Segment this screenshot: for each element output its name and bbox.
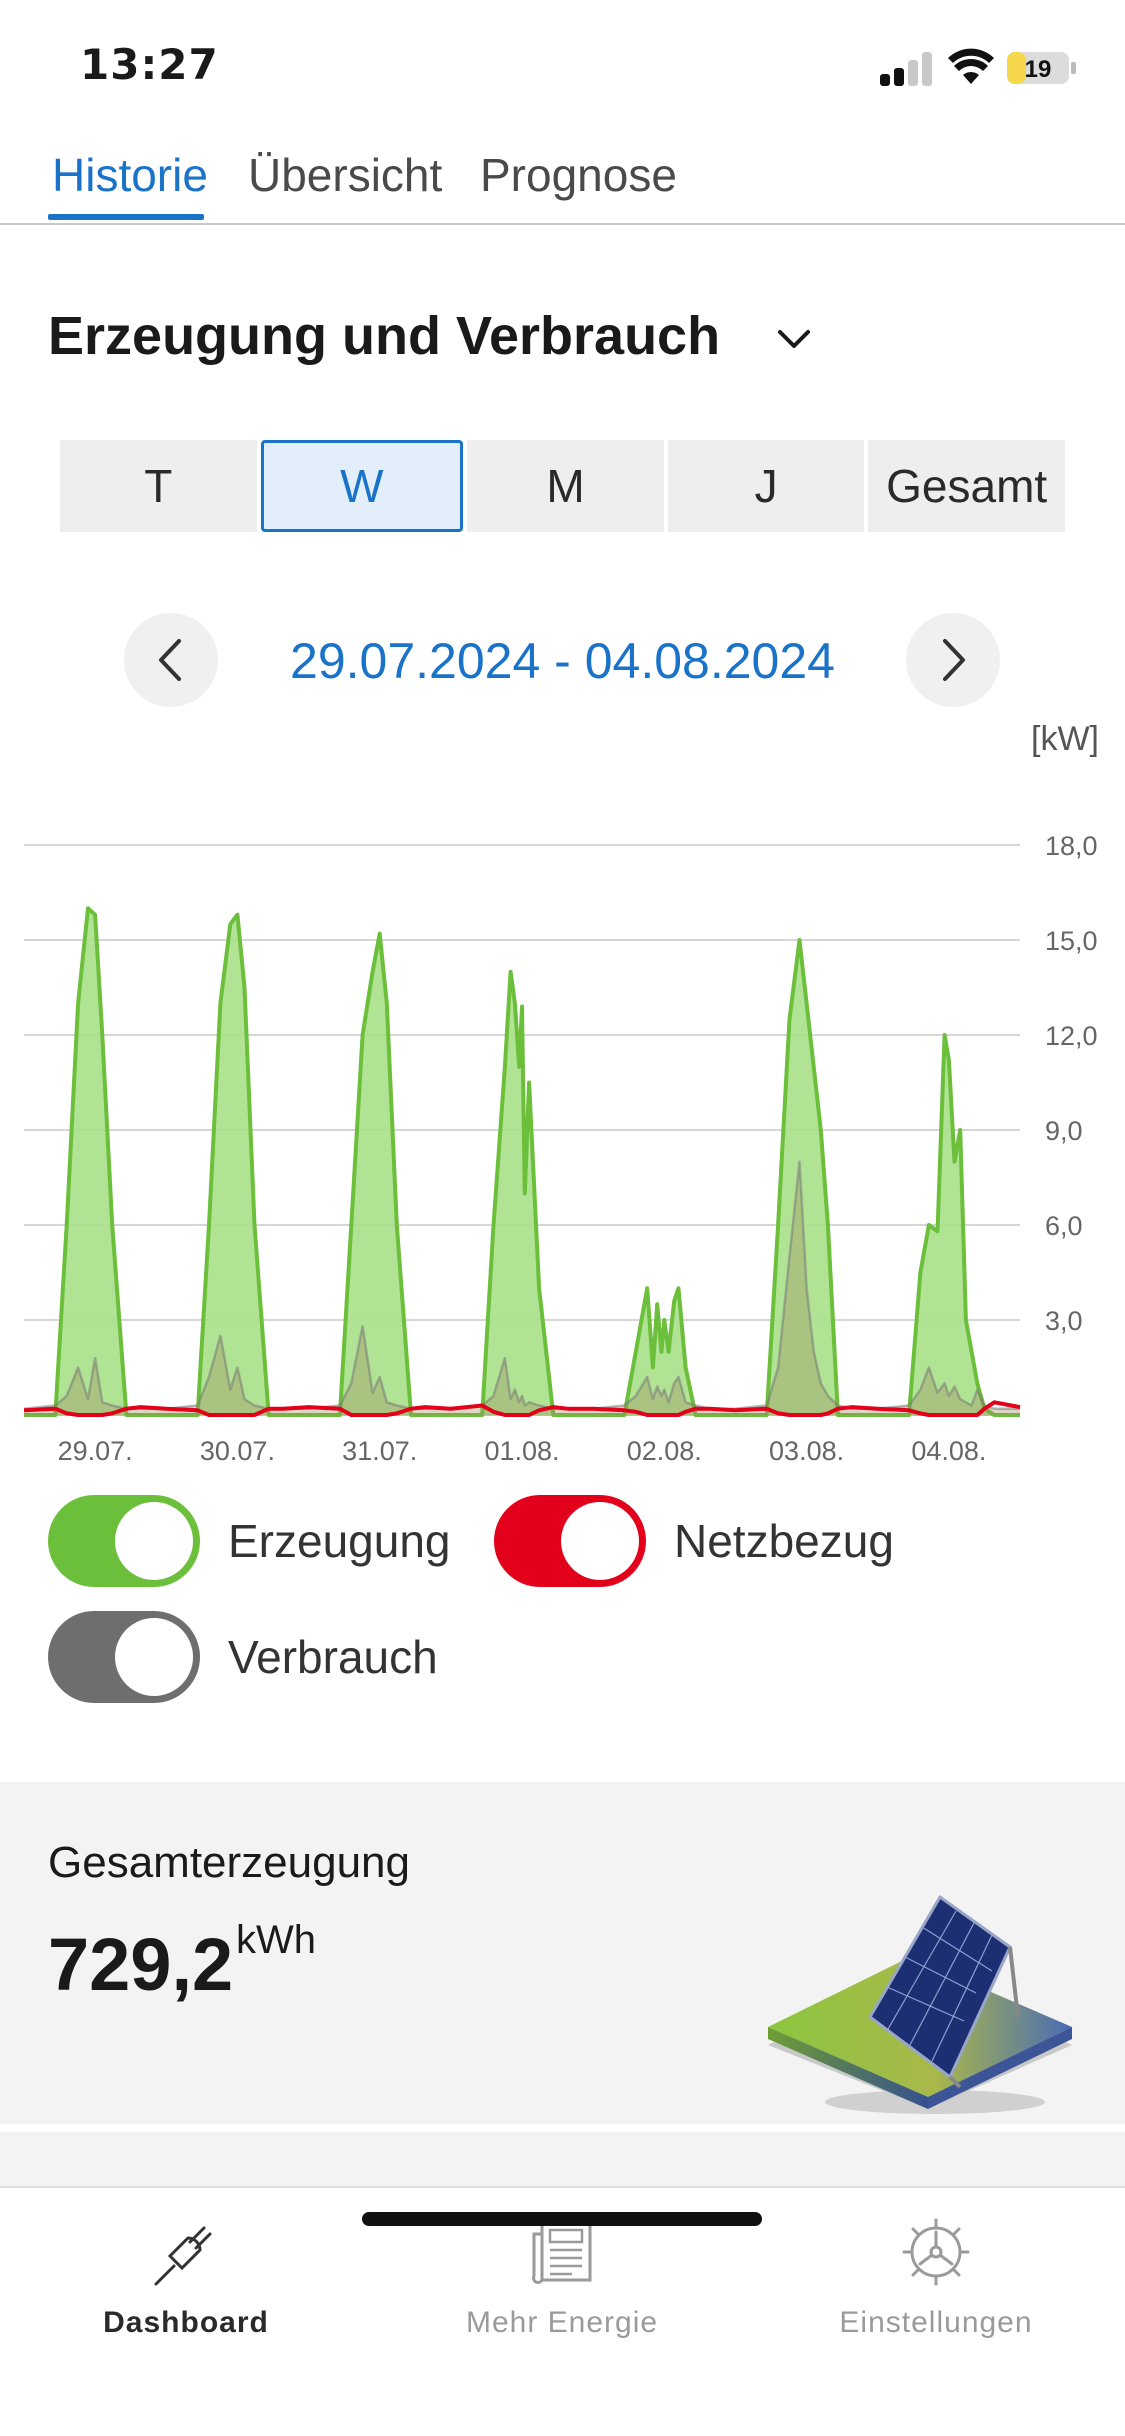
y-tick-label: 18,0 <box>1045 831 1098 861</box>
power-chart[interactable]: 18,0 15,0 12,0 9,0 6,0 3,0 29.07. 30.07. 31.07.… <box>0 800 1125 1500</box>
chevron-right-icon <box>943 639 965 681</box>
nav-dashboard-label: Dashboard <box>103 2306 269 2339</box>
nav-dashboard[interactable]: Dashboard <box>36 2212 336 2340</box>
y-tick-label: 9,0 <box>1045 1116 1083 1146</box>
nav-mehr-energie[interactable]: Mehr Energie <box>412 2212 712 2340</box>
erzeugung-switch[interactable] <box>48 1495 200 1587</box>
battery-level: 19 <box>1025 56 1052 83</box>
wifi-icon <box>948 48 994 84</box>
summary-value: 729,2 <box>48 1923 234 2006</box>
series-toggles: Erzeugung Netzbezug Verbrauch <box>0 1495 1125 1725</box>
solar-panel-illustration <box>768 1894 1072 2114</box>
x-tick-label: 02.08. <box>627 1436 702 1466</box>
x-tick-label: 04.08. <box>911 1436 986 1466</box>
x-tick-label: 31.07. <box>342 1436 417 1466</box>
toggle-verbrauch[interactable]: Verbrauch <box>48 1611 438 1703</box>
chart-series <box>23 906 1021 1417</box>
active-tab-indicator <box>48 214 204 220</box>
toggle-erzeugung[interactable]: Erzeugung <box>48 1495 451 1587</box>
series-area-erzeugung <box>24 908 1020 1415</box>
x-tick-label: 29.07. <box>58 1436 133 1466</box>
toggle-netzbezug[interactable]: Netzbezug <box>494 1495 894 1587</box>
tab-historie[interactable]: Historie <box>52 148 208 202</box>
battery-icon: 19 <box>1007 52 1076 84</box>
y-axis-ticks: 18,0 15,0 12,0 9,0 6,0 3,0 <box>1045 831 1098 1336</box>
period-total-button[interactable]: Gesamt <box>868 440 1065 532</box>
chart-unit-label: [kW] <box>1031 720 1099 758</box>
summary-unit: kWh <box>236 1918 316 1962</box>
total-generation-card[interactable]: Gesamterzeugung 729,2 kWh <box>0 1782 1125 2124</box>
nav-mehr-energie-label: Mehr Energie <box>465 2306 659 2339</box>
period-selector: T W M J Gesamt <box>60 440 1065 532</box>
summary-title: Gesamterzeugung <box>48 1838 410 1887</box>
period-month-button[interactable]: M <box>467 440 664 532</box>
y-tick-label: 12,0 <box>1045 1021 1098 1051</box>
section-title[interactable]: Erzeugung und Verbrauch <box>48 305 720 367</box>
y-tick-label: 15,0 <box>1045 926 1098 956</box>
y-tick-label: 6,0 <box>1045 1211 1083 1241</box>
toggle-verbrauch-label: Verbrauch <box>228 1631 438 1683</box>
x-axis-ticks: 29.07. 30.07. 31.07. 01.08. 02.08. 03.08. 04.0… <box>58 1436 987 1466</box>
next-period-button[interactable] <box>906 613 1000 707</box>
status-time: 13:27 <box>80 40 219 89</box>
next-card-preview <box>0 2132 1125 2186</box>
tab-uebersicht[interactable]: Übersicht <box>248 148 442 202</box>
x-tick-label: 01.08. <box>484 1436 559 1466</box>
status-bar: 13:27 19 <box>0 0 1125 130</box>
tab-prognose[interactable]: Prognose <box>480 148 677 202</box>
verbrauch-switch[interactable] <box>48 1611 200 1703</box>
x-tick-label: 03.08. <box>769 1436 844 1466</box>
date-navigation: 29.07.2024 - 04.08.2024 <box>0 610 1125 710</box>
nav-einstellungen[interactable]: Einstellungen <box>786 2212 1086 2340</box>
top-tabs: Historie Übersicht Prognose <box>0 130 1125 225</box>
y-tick-label: 3,0 <box>1045 1306 1083 1336</box>
nav-einstellungen-label: Einstellungen <box>839 2306 1033 2339</box>
toggle-erzeugung-label: Erzeugung <box>228 1515 451 1567</box>
toggle-netzbezug-label: Netzbezug <box>674 1515 894 1567</box>
period-year-button[interactable]: J <box>667 440 865 532</box>
home-indicator <box>362 2212 762 2226</box>
gear-icon <box>902 2218 970 2286</box>
plug-icon <box>154 2226 212 2286</box>
chevron-down-icon[interactable] <box>772 318 816 362</box>
period-day-button[interactable]: T <box>60 440 257 532</box>
cellular-signal-icon <box>880 52 936 86</box>
x-tick-label: 30.07. <box>200 1436 275 1466</box>
period-week-button[interactable]: W <box>260 440 464 532</box>
netzbezug-switch[interactable] <box>494 1495 646 1587</box>
